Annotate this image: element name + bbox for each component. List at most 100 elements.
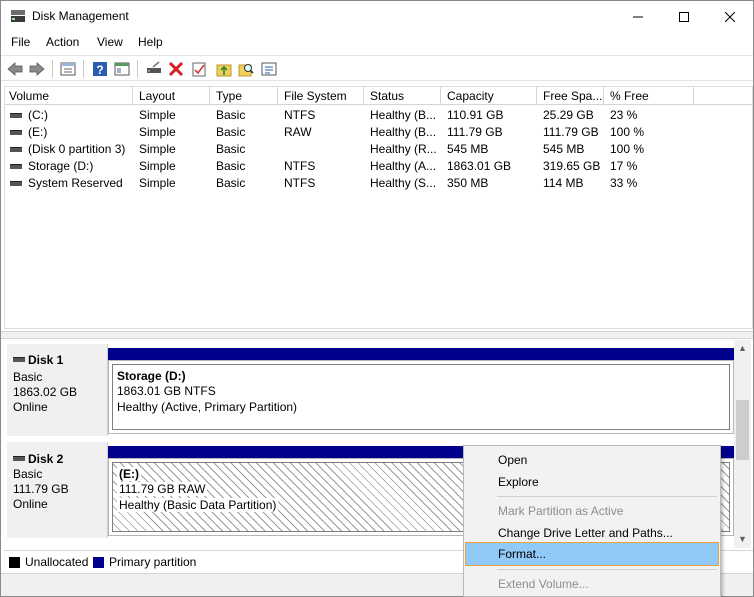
- disk-2-state: Online: [13, 497, 48, 511]
- drive-icon: [10, 181, 22, 186]
- close-button[interactable]: [707, 1, 753, 31]
- back-arrow-icon[interactable]: [6, 60, 24, 78]
- help-icon[interactable]: ?: [91, 60, 109, 78]
- disk-icon: [13, 456, 25, 461]
- partition-body: Storage (D:) 1863.01 GB NTFS Healthy (Ac…: [108, 360, 734, 434]
- disk-view-scrollbar[interactable]: ▲ ▼: [734, 340, 751, 548]
- column-divider[interactable]: [693, 87, 694, 105]
- table-row[interactable]: (E:) Simple Basic RAW Healthy (B... 111.…: [5, 123, 752, 140]
- cell-layout: Simple: [139, 108, 176, 122]
- disk-1-label[interactable]: Disk 1 Basic 1863.02 GB Online: [7, 344, 108, 436]
- cell-capacity: 1863.01 GB: [447, 159, 512, 173]
- forward-arrow-icon[interactable]: [28, 60, 46, 78]
- scrollbar-thumb[interactable]: [736, 400, 749, 460]
- cell-type: Basic: [216, 108, 246, 122]
- cell-percent-free: 100 %: [610, 125, 645, 139]
- cell-capacity: 110.91 GB: [447, 108, 504, 122]
- column-header-type[interactable]: Type: [216, 89, 242, 103]
- minimize-button[interactable]: [615, 1, 661, 31]
- menu-file[interactable]: File: [11, 35, 30, 49]
- cell-status: Healthy (A...: [370, 159, 437, 173]
- scroll-up-icon[interactable]: ▲: [734, 340, 751, 357]
- cell-capacity: 111.79 GB: [447, 125, 503, 139]
- svg-text:?: ?: [96, 63, 103, 77]
- menu-bar: File Action View Help: [1, 32, 753, 54]
- primary-partition-swatch: [93, 557, 104, 568]
- cell-file-system: NTFS: [284, 176, 316, 190]
- table-row[interactable]: (C:) Simple Basic NTFS Healthy (B... 110…: [5, 106, 752, 123]
- column-header-status[interactable]: Status: [370, 89, 404, 103]
- column-header-percent-free[interactable]: % Free: [610, 89, 649, 103]
- partition-status: Healthy (Basic Data Partition): [117, 498, 279, 512]
- partition-name: Storage (D:): [117, 369, 186, 383]
- menu-item-extend-volume[interactable]: Extend Volume...: [465, 572, 719, 596]
- disk-1-title: Disk 1: [13, 353, 63, 367]
- cell-volume: (E:): [28, 125, 48, 139]
- column-header-layout[interactable]: Layout: [139, 89, 175, 103]
- cell-free-space: 114 MB: [543, 176, 584, 190]
- menu-help[interactable]: Help: [138, 35, 163, 49]
- cell-type: Basic: [216, 176, 246, 190]
- table-row[interactable]: System Reserved Simple Basic NTFS Health…: [5, 174, 752, 191]
- delete-icon[interactable]: [167, 60, 185, 78]
- cell-type: Basic: [216, 142, 246, 156]
- menu-separator: [497, 496, 717, 497]
- column-header-capacity[interactable]: Capacity: [447, 89, 494, 103]
- cell-free-space: 545 MB: [543, 142, 585, 156]
- cell-type: Basic: [216, 125, 246, 139]
- disk-2-type: Basic: [13, 467, 43, 481]
- check-properties-icon[interactable]: [190, 60, 208, 78]
- table-row[interactable]: Storage (D:) Simple Basic NTFS Healthy (…: [5, 157, 752, 174]
- menu-item-mark-active[interactable]: Mark Partition as Active: [465, 499, 719, 523]
- column-header-file-system[interactable]: File System: [284, 89, 347, 103]
- drive-icon: [10, 113, 22, 118]
- console-tree-icon[interactable]: [113, 60, 131, 78]
- partition-detail: 1863.01 GB NTFS: [117, 384, 216, 398]
- column-divider[interactable]: [440, 87, 441, 105]
- minimize-icon: [633, 16, 643, 18]
- column-header-free-space[interactable]: Free Spa...: [543, 89, 602, 103]
- unallocated-swatch: [9, 557, 20, 568]
- column-divider[interactable]: [209, 87, 210, 105]
- disk-1-state: Online: [13, 400, 48, 414]
- folder-up-icon[interactable]: [215, 60, 233, 78]
- partition-detail: 111.79 GB RAW: [117, 482, 208, 496]
- column-divider[interactable]: [132, 87, 133, 105]
- disk-2-title: Disk 2: [13, 452, 63, 466]
- column-divider[interactable]: [363, 87, 364, 105]
- cell-volume: Storage (D:): [28, 159, 94, 173]
- connect-drive-icon[interactable]: [145, 60, 163, 78]
- column-header-volume[interactable]: Volume: [9, 89, 49, 103]
- settings-list-icon[interactable]: [260, 60, 278, 78]
- toolbar-separator: [83, 60, 84, 78]
- cell-layout: Simple: [139, 142, 176, 156]
- cell-layout: Simple: [139, 125, 176, 139]
- drive-icon: [10, 147, 22, 152]
- disk-1-name: Disk 1: [28, 353, 64, 367]
- primary-partition-bar: [108, 348, 734, 360]
- cell-capacity: 350 MB: [447, 176, 489, 190]
- disk-2-label[interactable]: Disk 2 Basic 111.79 GB Online: [7, 442, 108, 538]
- maximize-button[interactable]: [661, 1, 707, 31]
- column-divider[interactable]: [536, 87, 537, 105]
- title-bar: Disk Management: [1, 1, 753, 31]
- menu-item-open[interactable]: Open: [465, 448, 719, 472]
- disk-1-partition[interactable]: Storage (D:) 1863.01 GB NTFS Healthy (Ac…: [108, 348, 734, 436]
- disk-1-type: Basic: [13, 370, 43, 384]
- menu-item-explore[interactable]: Explore: [465, 470, 719, 494]
- drive-icon: [10, 130, 22, 135]
- pane-splitter[interactable]: [1, 331, 753, 339]
- search-folder-icon[interactable]: [237, 60, 255, 78]
- cell-free-space: 319.65 GB: [543, 159, 601, 173]
- menu-view[interactable]: View: [97, 35, 123, 49]
- column-divider[interactable]: [277, 87, 278, 105]
- properties-pane-icon[interactable]: [59, 60, 77, 78]
- menu-action[interactable]: Action: [46, 35, 79, 49]
- table-row[interactable]: (Disk 0 partition 3) Simple Basic Health…: [5, 140, 752, 157]
- column-divider[interactable]: [603, 87, 604, 105]
- window-title: Disk Management: [32, 9, 129, 23]
- menu-item-format[interactable]: Format...: [465, 542, 719, 566]
- cell-volume: System Reserved: [28, 176, 123, 190]
- cell-percent-free: 17 %: [610, 159, 638, 173]
- scroll-down-icon[interactable]: ▼: [734, 531, 751, 548]
